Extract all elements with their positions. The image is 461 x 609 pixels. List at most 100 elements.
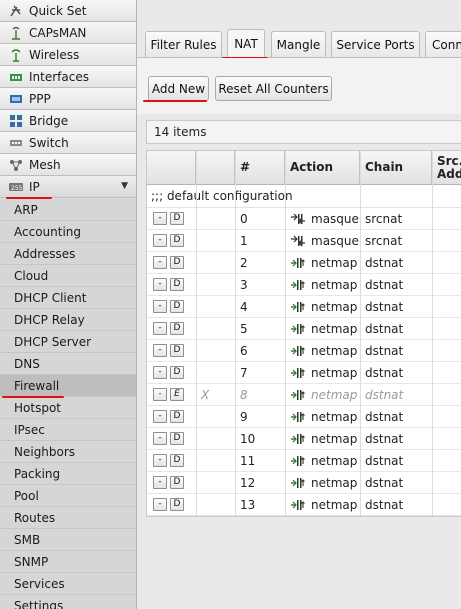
sidebar-item-wireless[interactable]: Wireless (0, 44, 136, 66)
tab-service-ports[interactable]: Service Ports (331, 31, 420, 57)
toggle-enable-button[interactable]: D (170, 476, 184, 489)
toggle-enable-button[interactable]: D (170, 454, 184, 467)
submenu-item-routes[interactable]: Routes (0, 507, 136, 529)
action-cell: netmap (290, 494, 360, 516)
remove-button[interactable]: - (153, 454, 167, 467)
submenu-item-settings[interactable]: Settings (0, 595, 136, 609)
remove-button[interactable]: - (153, 278, 167, 291)
remove-button[interactable]: - (153, 410, 167, 423)
submenu-item-neighbors[interactable]: Neighbors (0, 441, 136, 463)
sidebar-item-switch[interactable]: Switch (0, 132, 136, 154)
quick-set-icon (8, 4, 24, 18)
netmap-icon (290, 433, 306, 445)
netmap-icon (290, 345, 306, 357)
tab-filter-rules[interactable]: Filter Rules (145, 31, 222, 57)
remove-button[interactable]: - (153, 344, 167, 357)
toggle-enable-button[interactable]: D (170, 234, 184, 247)
submenu-item-hotspot[interactable]: Hotspot (0, 397, 136, 419)
remove-button[interactable]: - (153, 498, 167, 511)
chevron-down-icon[interactable]: ▼ (121, 181, 128, 191)
reset-all-counters-button[interactable]: Reset All Counters (215, 76, 332, 101)
toggle-enable-button[interactable]: D (170, 278, 184, 291)
submenu-item-cloud[interactable]: Cloud (0, 265, 136, 287)
remove-button[interactable]: - (153, 212, 167, 225)
column-divider (235, 151, 236, 516)
chain-cell: dstnat (365, 322, 404, 336)
sidebar-item-label: IP (29, 179, 40, 194)
sidebar-item-capsman[interactable]: CAPsMAN (0, 22, 136, 44)
table-row[interactable]: -D 0 masquerade srcnat (147, 208, 461, 230)
sidebar-item-ppp[interactable]: PPP (0, 88, 136, 110)
add-new-button[interactable]: Add New (148, 76, 209, 101)
chain-cell: dstnat (365, 454, 404, 468)
table-row[interactable]: - E X 8 netmap dstnat (147, 384, 461, 406)
submenu-item-dns[interactable]: DNS (0, 353, 136, 375)
submenu-item-addresses[interactable]: Addresses (0, 243, 136, 265)
table-row[interactable]: - D 12 netmap dstnat (147, 472, 461, 494)
tab-connections[interactable]: Conn (425, 31, 461, 57)
remove-button[interactable]: - (153, 388, 167, 401)
toggle-enable-button[interactable]: D (170, 322, 184, 335)
sidebar-item-ip[interactable]: 255 IP ▼ (0, 176, 136, 198)
submenu-item-pool[interactable]: Pool (0, 485, 136, 507)
toggle-enable-button[interactable]: D (170, 498, 184, 511)
submenu-item-firewall[interactable]: Firewall (0, 375, 136, 397)
sidebar-item-label: Mesh (29, 157, 61, 172)
submenu-item-dhcp-server[interactable]: DHCP Server (0, 331, 136, 353)
toggle-enable-button[interactable]: D (170, 212, 184, 225)
submenu-item-snmp[interactable]: SNMP (0, 551, 136, 573)
remove-button[interactable]: - (153, 300, 167, 313)
table-row[interactable]: - D 4 netmap dstnat (147, 296, 461, 318)
submenu-item-dhcp-relay[interactable]: DHCP Relay (0, 309, 136, 331)
remove-button[interactable]: - (153, 234, 167, 247)
table-row[interactable]: - D 5 netmap dstnat (147, 318, 461, 340)
action-cell: netmap (290, 362, 360, 384)
submenu-item-dhcp-client[interactable]: DHCP Client (0, 287, 136, 309)
table-row[interactable]: - D 6 netmap dstnat (147, 340, 461, 362)
netmap-icon (290, 455, 306, 467)
toggle-enable-button[interactable]: E (170, 388, 184, 401)
table-row[interactable]: - D 7 netmap dstnat (147, 362, 461, 384)
sidebar-item-bridge[interactable]: Bridge (0, 110, 136, 132)
submenu-item-services[interactable]: Services (0, 573, 136, 595)
toggle-enable-button[interactable]: D (170, 410, 184, 423)
submenu-item-smb[interactable]: SMB (0, 529, 136, 551)
remove-button[interactable]: - (153, 256, 167, 269)
submenu-item-packing[interactable]: Packing (0, 463, 136, 485)
toggle-enable-button[interactable]: D (170, 256, 184, 269)
table-row[interactable]: - D 9 netmap dstnat (147, 406, 461, 428)
flag-cell (201, 230, 231, 252)
table-row[interactable]: - D 10 netmap dstnat (147, 428, 461, 450)
toggle-enable-button[interactable]: D (170, 300, 184, 313)
column-header-src-address[interactable]: Src. Add (432, 151, 461, 185)
action-label: masquerade (311, 234, 360, 248)
submenu-item-accounting[interactable]: Accounting (0, 221, 136, 243)
nat-rules-table: # Action Chain Src. Add ;;; default conf… (146, 150, 461, 517)
remove-button[interactable]: - (153, 322, 167, 335)
submenu-item-ipsec[interactable]: IPsec (0, 419, 136, 441)
sidebar-item-mesh[interactable]: Mesh (0, 154, 136, 176)
toggle-enable-button[interactable]: D (170, 366, 184, 379)
toggle-enable-button[interactable]: D (170, 432, 184, 445)
sidebar-item-interfaces[interactable]: Interfaces (0, 66, 136, 88)
remove-button[interactable]: - (153, 432, 167, 445)
tab-mangle[interactable]: Mangle (271, 31, 326, 57)
interfaces-icon (8, 70, 24, 84)
table-row[interactable]: - D 11 netmap dstnat (147, 450, 461, 472)
toggle-enable-button[interactable]: D (170, 344, 184, 357)
column-header-flags (196, 151, 235, 185)
remove-button[interactable]: - (153, 476, 167, 489)
column-header-number[interactable]: # (235, 151, 285, 185)
column-header-action[interactable]: Action (285, 151, 360, 185)
netmap-icon (290, 367, 306, 379)
remove-button[interactable]: - (153, 366, 167, 379)
sidebar-item-quick-set[interactable]: Quick Set (0, 0, 136, 22)
submenu-item-arp[interactable]: ARP (0, 199, 136, 221)
switch-icon (8, 136, 24, 150)
table-row[interactable]: - D 3 netmap dstnat (147, 274, 461, 296)
column-header-chain[interactable]: Chain (360, 151, 432, 185)
table-row[interactable]: -D 1 masquerade srcnat (147, 230, 461, 252)
tab-nat[interactable]: NAT (227, 29, 265, 58)
table-row[interactable]: - D 2 netmap dstnat (147, 252, 461, 274)
table-row[interactable]: - D 13 netmap dstnat (147, 494, 461, 516)
